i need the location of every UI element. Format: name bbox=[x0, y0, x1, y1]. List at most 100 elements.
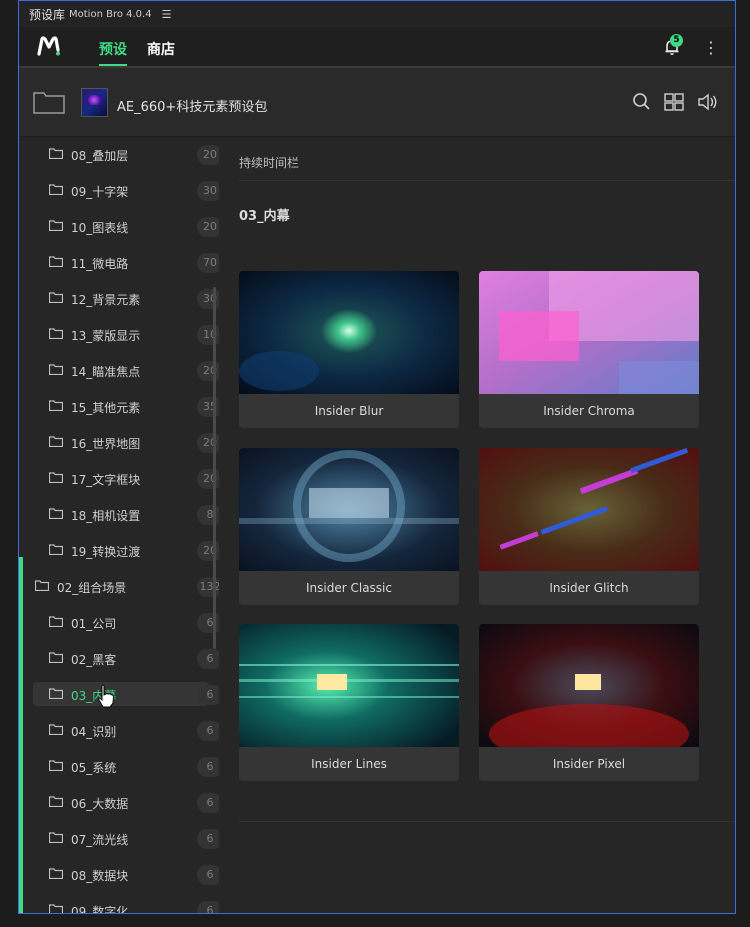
folder-label: 10_图表线 bbox=[71, 221, 129, 235]
active-group-indicator bbox=[19, 557, 23, 913]
folder-icon bbox=[49, 220, 63, 231]
tab-store[interactable]: 商店 bbox=[147, 39, 175, 59]
hamburger-icon[interactable]: ☰ bbox=[162, 8, 172, 21]
folder-tree: 08_叠加层 20 09_十字架 30 10_图表线 20 11_微电路 70 12_背景元素 3… bbox=[19, 137, 223, 914]
folder-label: 14_瞄准焦点 bbox=[71, 365, 141, 379]
folder-icon bbox=[49, 184, 63, 195]
folder-icon bbox=[49, 832, 63, 843]
folder-label: 17_文字框块 bbox=[71, 473, 141, 487]
folder-label: 09_数字化 bbox=[71, 905, 129, 914]
folder-label: 18_相机设置 bbox=[71, 509, 141, 523]
preset-card-insider-chroma[interactable]: Insider Chroma bbox=[479, 271, 699, 428]
folder-icon bbox=[49, 760, 63, 771]
folder-icon bbox=[49, 364, 63, 375]
folder-icon bbox=[49, 796, 63, 807]
sound-icon[interactable] bbox=[697, 92, 719, 112]
folder-icon bbox=[49, 328, 63, 339]
folder-item[interactable]: 16_世界地图 20 bbox=[19, 425, 223, 461]
preset-thumbnail bbox=[479, 448, 699, 571]
folder-item[interactable]: 15_其他元素 35 bbox=[19, 389, 223, 425]
folder-icon bbox=[49, 904, 63, 913]
duration-bar-label: 持续时间栏 bbox=[239, 156, 300, 170]
preset-thumbnail bbox=[239, 448, 459, 571]
folder-label: 01_公司 bbox=[71, 617, 117, 631]
preset-thumbnail bbox=[239, 624, 459, 747]
folder-item[interactable]: 10_图表线 20 bbox=[19, 209, 223, 245]
folder-icon bbox=[35, 580, 49, 591]
tab-presets[interactable]: 预设 bbox=[99, 39, 127, 66]
panel-tab[interactable]: 预设库 Motion Bro 4.0.4 ☰ bbox=[18, 0, 736, 27]
divider bbox=[239, 821, 735, 822]
folder-icon bbox=[49, 616, 63, 627]
folder-icon bbox=[49, 400, 63, 411]
folder-label: 09_十字架 bbox=[71, 185, 129, 199]
hand-cursor-icon bbox=[98, 684, 115, 708]
section-title: 03_内幕 bbox=[239, 209, 290, 224]
folder-label: 11_微电路 bbox=[71, 257, 129, 271]
pack-title: AE_660+科技元素预设包 bbox=[117, 100, 268, 115]
folder-item[interactable]: 09_数字化 6 bbox=[19, 893, 223, 914]
folder-item[interactable]: 09_十字架 30 bbox=[19, 173, 223, 209]
folder-icon bbox=[49, 292, 63, 303]
panel-title: 预设库 bbox=[29, 7, 66, 22]
folder-icon bbox=[49, 436, 63, 447]
folder-icon bbox=[49, 688, 63, 699]
path-bar: AE_660+科技元素预设包 bbox=[19, 68, 735, 137]
pack-thumbnail bbox=[81, 88, 108, 117]
folder-label: 15_其他元素 bbox=[71, 401, 141, 415]
top-bar: 预设 商店 5 ⋮ bbox=[19, 27, 735, 68]
grid-view-icon[interactable] bbox=[663, 92, 685, 112]
preset-thumbnail bbox=[479, 271, 699, 394]
preset-card-label: Insider Blur bbox=[314, 404, 384, 418]
folder-label: 02_组合场景 bbox=[57, 581, 127, 595]
preset-card-label: Insider Lines bbox=[311, 757, 387, 771]
search-icon[interactable] bbox=[631, 92, 653, 112]
divider bbox=[239, 180, 735, 181]
folder-label: 08_叠加层 bbox=[71, 149, 129, 163]
preset-card-insider-pixel[interactable]: Insider Pixel bbox=[479, 624, 699, 781]
folder-icon bbox=[49, 472, 63, 483]
folder-item[interactable]: 05_系统 6 bbox=[19, 749, 223, 785]
preset-card-insider-classic[interactable]: Insider Classic bbox=[239, 448, 459, 605]
folder-item[interactable]: 19_转换过渡 20 bbox=[19, 533, 223, 569]
folder-item[interactable]: 17_文字框块 20 bbox=[19, 461, 223, 497]
folder-item[interactable]: 02_黑客 6 bbox=[19, 641, 223, 677]
preset-card-label: Insider Classic bbox=[306, 581, 392, 595]
folder-group[interactable]: 02_组合场景 132 bbox=[19, 569, 223, 605]
motion-bro-logo[interactable] bbox=[37, 36, 61, 56]
folder-label: 19_转换过渡 bbox=[71, 545, 141, 559]
preset-thumbnail bbox=[479, 624, 699, 747]
folder-label: 07_流光线 bbox=[71, 833, 129, 847]
folder-item[interactable]: 01_公司 6 bbox=[19, 605, 223, 641]
folder-label: 04_识别 bbox=[71, 725, 117, 739]
preset-card-insider-blur[interactable]: Insider Blur bbox=[239, 271, 459, 428]
more-options-icon[interactable]: ⋮ bbox=[703, 38, 719, 57]
preset-grid-area: 持续时间栏 03_内幕 Insider Blur Insider Chroma … bbox=[219, 137, 735, 913]
preset-thumbnail bbox=[239, 271, 459, 394]
folder-label: 05_系统 bbox=[71, 761, 117, 775]
notification-badge: 5 bbox=[670, 34, 683, 47]
folder-label: 13_蒙版显示 bbox=[71, 329, 141, 343]
folder-icon bbox=[49, 256, 63, 267]
folder-item[interactable]: 14_瞄准焦点 20 bbox=[19, 353, 223, 389]
folder-icon bbox=[49, 724, 63, 735]
folder-item[interactable]: 03_内幕 6 bbox=[19, 677, 223, 713]
preset-card-insider-lines[interactable]: Insider Lines bbox=[239, 624, 459, 781]
folder-item[interactable]: 11_微电路 70 bbox=[19, 245, 223, 281]
app-version: Motion Bro 4.0.4 bbox=[69, 8, 152, 20]
folder-label: 16_世界地图 bbox=[71, 437, 141, 451]
folder-item[interactable]: 08_叠加层 20 bbox=[19, 137, 223, 173]
preset-card-insider-glitch[interactable]: Insider Glitch bbox=[479, 448, 699, 605]
sidebar-scrollbar[interactable] bbox=[213, 287, 216, 649]
folder-item[interactable]: 07_流光线 6 bbox=[19, 821, 223, 857]
folder-item[interactable]: 04_识别 6 bbox=[19, 713, 223, 749]
folder-icon[interactable] bbox=[33, 90, 65, 114]
folder-item[interactable]: 12_背景元素 30 bbox=[19, 281, 223, 317]
folder-item[interactable]: 06_大数据 6 bbox=[19, 785, 223, 821]
motion-bro-panel: 预设 商店 5 ⋮ AE_660+科技元素预设包 08_叠加层 20 09_十字… bbox=[18, 27, 736, 914]
folder-item[interactable]: 08_数据块 6 bbox=[19, 857, 223, 893]
folder-icon bbox=[49, 652, 63, 663]
folder-item[interactable]: 18_相机设置 8 bbox=[19, 497, 223, 533]
folder-label: 06_大数据 bbox=[71, 797, 129, 811]
folder-item[interactable]: 13_蒙版显示 10 bbox=[19, 317, 223, 353]
